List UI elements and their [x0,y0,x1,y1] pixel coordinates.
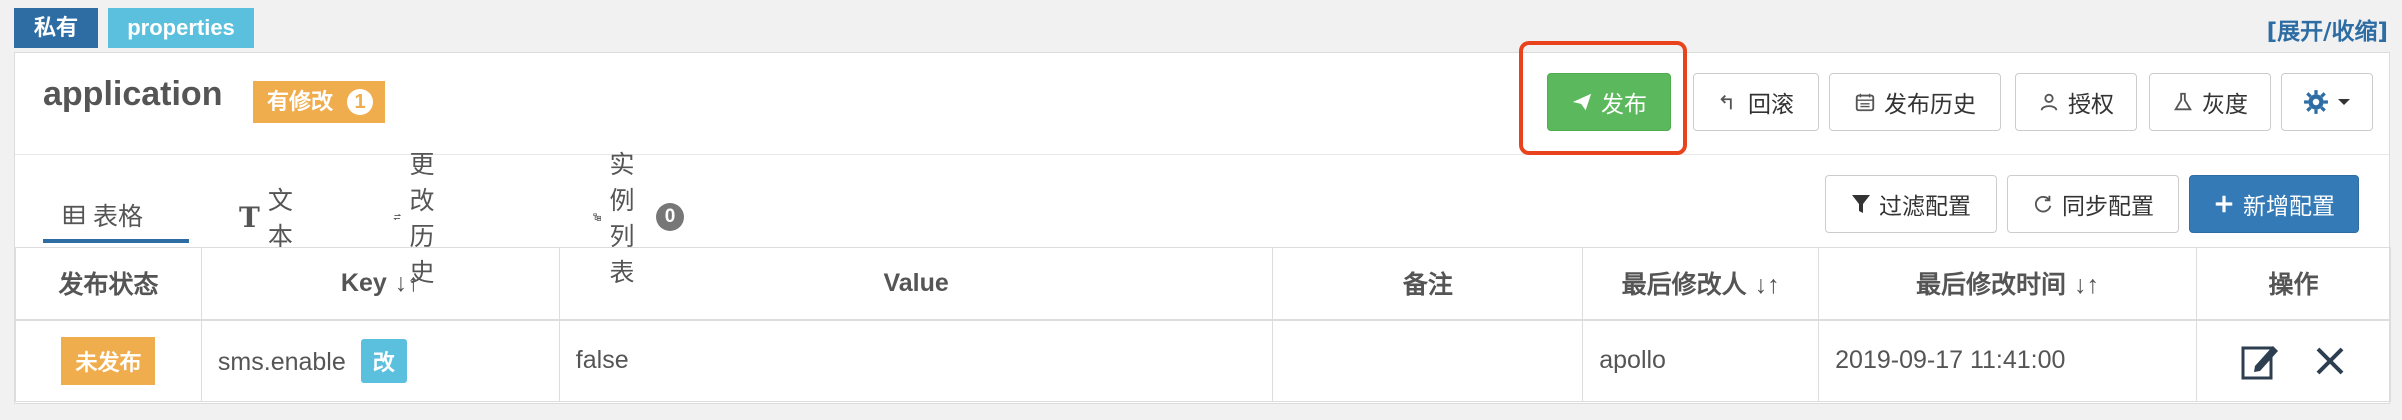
caret-down-icon [2338,99,2350,105]
publish-button[interactable]: 发布 [1547,73,1671,131]
filter-label: 过滤配置 [1879,193,1971,219]
tab-change-history[interactable]: 更改历史 [373,151,468,287]
plus-icon [2215,195,2233,213]
private-badge: 私有 [14,8,98,48]
cell-time: 2019-09-17 11:41:00 [1818,319,2197,402]
transfer-icon [393,213,402,221]
table-header-row: 发布状态 Key ↓↑ Value 备注 最后修改人 ↓↑ 最后修改时间 ↓↑ 操作 [15,247,2392,321]
sort-icon[interactable]: ↓↑ [2074,271,2099,299]
header-modifier[interactable]: 最后修改人 ↓↑ [1582,247,1820,321]
tab-text[interactable]: T 文本 [219,187,313,251]
publish-history-button[interactable]: 发布历史 [1829,73,2001,131]
modified-tag: 改 [360,338,407,383]
tab-instances[interactable]: 实例列表 0 [573,151,704,287]
sync-label: 同步配置 [2062,193,2154,219]
calendar-icon [1855,93,1875,112]
add-config-button[interactable]: 新增配置 [2189,175,2359,233]
filter-icon [1852,195,1870,213]
header-key[interactable]: Key ↓↑ [200,247,560,321]
cell-status: 未发布 [15,319,202,402]
sync-config-button[interactable]: 同步配置 [2007,175,2179,233]
edit-icon[interactable] [2240,341,2280,381]
text-icon: T [239,200,260,234]
sort-icon[interactable]: ↓↑ [395,269,420,297]
header-status: 发布状态 [15,247,202,321]
gear-icon [2304,90,2328,114]
instances-count-badge: 0 [656,203,685,231]
key-text: sms.enable [217,347,346,376]
header-time[interactable]: 最后修改时间 ↓↑ [1818,247,2197,321]
namespace-title: application [43,75,223,113]
filter-config-button[interactable]: 过滤配置 [1825,175,1997,233]
panel-header: application 有修改 1 发布 回滚 发布历史 授权 灰度 [15,41,2389,155]
format-badge: properties [108,8,254,48]
publish-label: 发布 [1601,91,1647,117]
header-comment: 备注 [1272,247,1584,321]
header-ops: 操作 [2195,247,2392,321]
cell-modifier: apollo [1582,319,1820,402]
tab-table-label: 表格 [93,203,144,231]
expand-collapse-link[interactable]: [展开/收缩] [2267,12,2388,46]
modified-label: 有修改 [267,89,334,114]
header-value: Value [558,247,1274,321]
unpublished-badge: 未发布 [61,336,156,385]
tree-icon [593,213,602,221]
rollback-icon [1720,94,1732,110]
namespace-panel: application 有修改 1 发布 回滚 发布历史 授权 灰度 表格 T … [14,41,2392,404]
modified-badge: 有修改 1 [253,81,386,123]
sort-icon[interactable]: ↓↑ [1755,271,1780,299]
config-table: 发布状态 Key ↓↑ Value 备注 最后修改人 ↓↑ 最后修改时间 ↓↑ 操作 … [15,247,2392,402]
cell-value: false [558,319,1274,402]
table-icon [63,205,85,225]
rollback-button[interactable]: 回滚 [1693,73,1819,131]
add-label: 新增配置 [2243,193,2335,219]
send-icon [1572,93,1592,111]
refresh-icon [2035,195,2052,213]
gray-label: 灰度 [2202,91,2248,117]
cell-key: sms.enable 改 [200,319,560,402]
tab-text-label: 文本 [267,187,293,251]
history-label: 发布历史 [1884,91,1976,117]
table-row: 未发布 sms.enable 改 false apollo 2019-09-17… [15,319,2392,402]
flask-icon [2174,92,2192,111]
cell-ops [2195,319,2392,402]
cell-comment [1272,319,1584,402]
authorize-label: 授权 [2068,91,2114,117]
delete-icon[interactable] [2314,345,2346,377]
authorize-button[interactable]: 授权 [2015,73,2137,131]
rollback-label: 回滚 [1748,91,1794,117]
modified-count: 1 [347,89,374,115]
user-icon [2040,93,2058,111]
tab-table[interactable]: 表格 [43,191,189,243]
settings-dropdown-button[interactable] [2281,73,2373,131]
gray-release-button[interactable]: 灰度 [2149,73,2271,131]
